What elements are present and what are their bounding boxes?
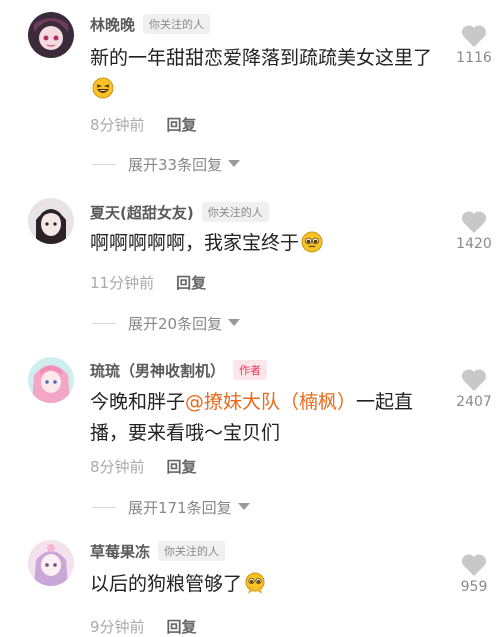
- heart-icon: [461, 369, 487, 391]
- comment-time: 8分钟前: [90, 457, 145, 476]
- divider: [92, 163, 116, 165]
- pleading-emoji: [301, 231, 323, 263]
- follow-tag: 你关注的人: [201, 202, 269, 222]
- like-count: 1420: [456, 236, 492, 252]
- comment-time: 8分钟前: [90, 115, 145, 134]
- divider: [92, 322, 116, 324]
- avatar[interactable]: [28, 357, 74, 403]
- expand-replies-label: 展开20条回复: [128, 314, 223, 333]
- like-button[interactable]: 1116: [448, 24, 500, 66]
- comment-text: 以后的狗粮管够了: [90, 569, 435, 604]
- laughing-emoji: [92, 77, 114, 109]
- reply-button[interactable]: 回复: [167, 616, 197, 637]
- comment-item: 琉琉（男神收割机） 作者 今晚和胖子@撩妹大队（楠枫）一起直播，要来看哦～宝贝们…: [0, 340, 500, 525]
- avatar[interactable]: [28, 12, 74, 58]
- like-button[interactable]: 1420: [448, 210, 500, 252]
- heart-icon: [461, 211, 487, 233]
- expand-replies-button[interactable]: 展开20条回复: [92, 312, 241, 334]
- comment-time: 9分钟前: [90, 617, 145, 636]
- heart-icon: [461, 25, 487, 47]
- expand-replies-label: 展开33条回复: [128, 155, 223, 174]
- follow-tag: 你关注的人: [143, 14, 211, 34]
- reply-button[interactable]: 回复: [167, 456, 197, 477]
- reply-button[interactable]: 回复: [167, 114, 197, 135]
- like-count: 2407: [456, 394, 492, 410]
- avatar[interactable]: [28, 540, 74, 586]
- heart-icon: [461, 554, 487, 576]
- expand-replies-button[interactable]: 展开33条回复: [92, 153, 241, 175]
- like-count: 1116: [456, 50, 492, 66]
- chevron-down-icon: [237, 503, 250, 510]
- username[interactable]: 林晚晚: [90, 14, 135, 35]
- comment-text: 今晚和胖子@撩妹大队（楠枫）一起直播，要来看哦～宝贝们: [90, 391, 414, 444]
- like-count: 959: [460, 579, 488, 595]
- chevron-down-icon: [228, 160, 241, 167]
- author-tag: 作者: [233, 360, 268, 380]
- expand-replies-label: 展开171条回复: [128, 498, 232, 517]
- pleading-hands-emoji: [244, 572, 266, 604]
- avatar[interactable]: [28, 198, 74, 244]
- comment-text: 新的一年甜甜恋爱降落到疏疏美女这里了: [90, 43, 435, 109]
- username[interactable]: 夏天(超甜女友): [90, 202, 194, 223]
- mention-link[interactable]: @撩妹大队（楠枫）: [185, 391, 356, 413]
- comment-time: 11分钟前: [90, 273, 155, 292]
- like-button[interactable]: 959: [448, 553, 500, 595]
- like-button[interactable]: 2407: [448, 368, 500, 410]
- comment-text: 啊啊啊啊啊，我家宝终于: [90, 228, 435, 263]
- username[interactable]: 琉琉（男神收割机）: [90, 360, 225, 381]
- chevron-down-icon: [228, 319, 241, 326]
- follow-tag: 你关注的人: [158, 541, 226, 561]
- reply-button[interactable]: 回复: [176, 272, 206, 293]
- comment-item: 林晚晚 你关注的人 新的一年甜甜恋爱降落到疏疏美女这里了 8分钟前 回复 展开3…: [0, 0, 500, 180]
- username[interactable]: 草莓果冻: [90, 541, 150, 562]
- comment-item: 草莓果冻 你关注的人 以后的狗粮管够了 9分钟前 回复 959: [0, 525, 500, 636]
- divider: [92, 506, 116, 508]
- expand-replies-button[interactable]: 展开171条回复: [92, 496, 250, 518]
- comment-item: 夏天(超甜女友) 你关注的人 啊啊啊啊啊，我家宝终于 11分钟前 回复 展开20…: [0, 180, 500, 340]
